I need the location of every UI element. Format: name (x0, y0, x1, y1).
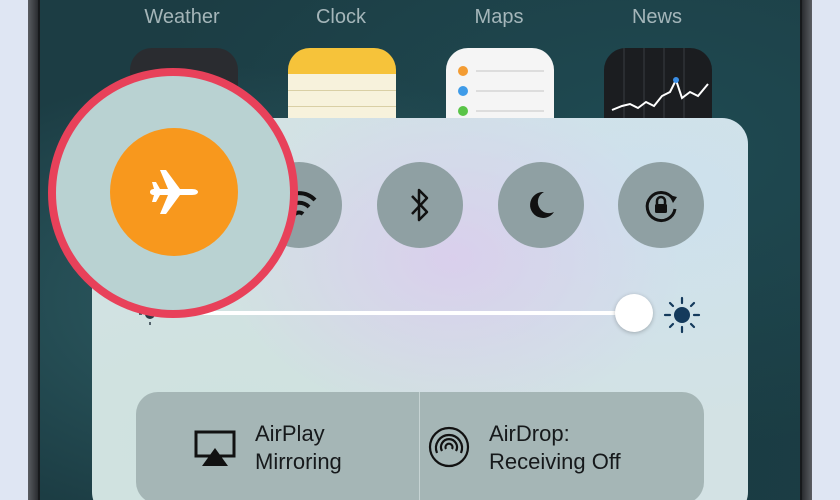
phone-edge-right (802, 0, 812, 500)
airdrop-label-line2: Receiving Off (489, 449, 621, 474)
moon-icon (530, 191, 554, 218)
airplay-label-line1: AirPlay (255, 421, 325, 446)
do-not-disturb-toggle[interactable] (498, 162, 584, 248)
app-label-maps: Maps (474, 6, 524, 28)
airdrop-icon (428, 426, 470, 468)
app-label-weather: Weather (144, 6, 220, 28)
rotation-lock-icon (645, 191, 677, 223)
bluetooth-toggle[interactable] (377, 162, 463, 248)
bluetooth-icon (411, 188, 429, 222)
rotation-lock-toggle[interactable] (618, 162, 704, 248)
brightness-slider-track[interactable] (164, 311, 634, 315)
brightness-slider-thumb[interactable] (615, 294, 653, 332)
airdrop-label-line1: AirDrop: (489, 421, 570, 446)
phone-edge-left (28, 0, 38, 500)
airplay-button[interactable]: AirPlay Mirroring (136, 392, 419, 500)
airplay-icon (194, 430, 236, 466)
airplay-label-line2: Mirroring (255, 449, 342, 474)
app-label-row: Weather Clock Maps News (40, 6, 800, 32)
airdrop-button[interactable]: AirDrop: Receiving Off (420, 392, 704, 500)
sun-large-icon (663, 296, 701, 334)
app-label-news: News (631, 6, 682, 28)
airplane-icon (150, 170, 198, 214)
airplane-mode-toggle[interactable] (110, 128, 238, 256)
app-label-clock: Clock (315, 6, 366, 28)
